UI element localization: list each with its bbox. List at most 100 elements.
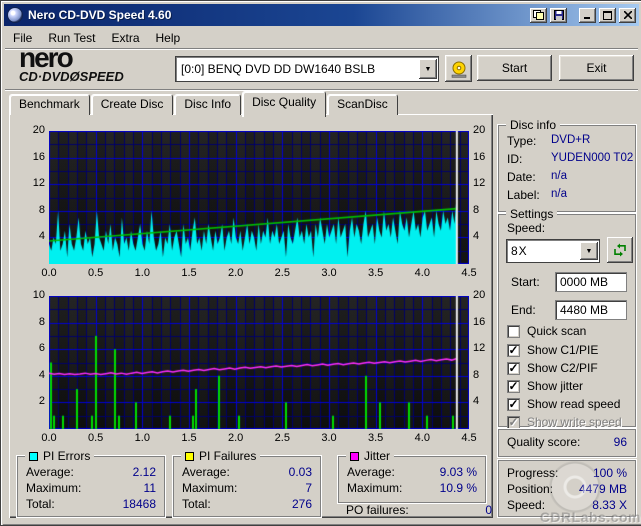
checkbox-box[interactable] [507,379,520,393]
checkbox-show-c1-pie[interactable]: Show C1/PIE [507,343,598,357]
tick-label: 3.0 [321,432,337,444]
tick-label: 0.5 [88,432,104,444]
po-failures-label: PO failures: [346,503,409,517]
report-button[interactable] [530,7,547,23]
start-position-label: Start: [511,275,540,289]
start-button[interactable]: Start [477,55,552,81]
tick-label: 20 [32,124,45,136]
tick-label: 1.5 [181,267,197,279]
quality-score-label: Quality score: [507,435,581,449]
chevron-down-icon[interactable]: ▼ [419,59,437,79]
jitter-maximum-value: 10.9 % [439,481,477,495]
pi-failures-group: PI Failures Average: 0.03 Maximum: 7 Total… [172,449,322,518]
progress-label: Progress: [507,466,559,480]
settings-group: Settings Speed: 8X ▼ Start: End: Quick s… [497,207,637,429]
tick-label: 1.0 [134,432,150,444]
speed-label: Speed: [507,221,546,235]
tick-label: 1.0 [134,267,150,279]
tick-label: 16 [473,315,486,328]
speed-chevron-down-icon[interactable]: ▼ [580,242,598,260]
checkbox-label: Quick scan [527,324,587,338]
position-value: 4479 MB [578,482,627,496]
tick-label: 0.0 [41,432,57,444]
tab-disc-info[interactable]: Disc Info [174,94,242,115]
eject-button[interactable] [445,55,472,82]
checkbox-box[interactable] [507,343,520,357]
tab-benchmark[interactable]: Benchmark [9,94,90,115]
menu-extra[interactable]: Extra [103,29,147,47]
tick-label: 2 [38,395,45,408]
pif-average-label: Average: [182,465,230,479]
checkbox-show-c2-pif[interactable]: Show C2/PIF [507,361,598,375]
checkbox-box[interactable] [507,397,520,411]
start-position-input[interactable] [555,272,627,292]
checkbox-quick-scan[interactable]: Quick scan [507,324,586,338]
pi-errors-legend-swatch [29,451,38,461]
progress-value: 100 % [592,466,627,480]
tick-label: 2.5 [274,267,290,279]
end-position-label: End: [511,303,536,317]
window-title: Nero CD-DVD Speed 4.60 [28,8,172,22]
tick-label: 8 [473,368,480,381]
pie-average-label: Average: [26,465,74,479]
checkbox-box[interactable] [507,361,520,375]
tick-label: 20 [473,124,486,136]
tick-label: 3.0 [321,267,337,279]
tick-label: 4.5 [461,432,477,444]
minimize-button[interactable] [579,7,596,23]
menu-help[interactable]: Help [148,29,189,47]
jitter-average-label: Average: [347,465,395,479]
quality-score-group: Quality score: 96 [497,428,637,458]
jitter-maximum-label: Maximum: [347,481,403,495]
tick-label: 8 [38,203,45,216]
checkbox-box [507,415,520,429]
tick-label: 0.0 [41,267,57,279]
jitter-group: Jitter Average: 9.03 % Maximum: 10.9 % [337,449,487,504]
scan-speed-value: 8.33 X [592,498,627,512]
refresh-button[interactable] [607,237,633,263]
tick-label: 4 [38,368,45,381]
tick-label: 2.0 [228,267,244,279]
pie-maximum-label: Maximum: [26,481,82,495]
checkbox-box[interactable] [507,324,520,338]
checkbox-label: Show C2/PIF [527,361,598,375]
disc-label-value: n/a [551,188,567,200]
disc-date-value: n/a [551,170,567,182]
tick-label: 2.5 [274,432,290,444]
header: nero CD·DVDØSPEED [0:0] BENQ DVD DD DW16… [5,44,638,90]
tick-label: 16 [473,150,486,163]
tick-label: 3.5 [368,267,384,279]
disc-type-value: DVD+R [551,134,591,146]
pi-errors-chart [49,131,469,264]
application-window: Nero CD-DVD Speed 4.60 File Run Test Ext… [0,0,641,526]
end-position-input[interactable] [555,300,627,320]
checkbox-show-write-speed: Show write speed [507,415,622,429]
maximize-button[interactable] [599,7,616,23]
tick-label: 4.0 [414,267,430,279]
disc-info-title: Disc info [510,118,557,132]
checkbox-label: Show jitter [527,379,584,393]
speed-selector[interactable]: 8X ▼ [506,239,600,263]
tab-create-disc[interactable]: Create Disc [90,94,174,115]
exit-button[interactable]: Exit [559,55,634,81]
end-position-row: End: [499,300,635,320]
start-position-row: Start: [499,272,635,292]
tick-label: 2.0 [228,432,244,444]
pif-total-label: Total: [182,497,211,511]
quality-score-value: 96 [613,435,627,449]
disc-info-group: Disc info Type: DVD+R ID: YUDEN000 T02 Dat… [497,118,637,213]
tab-disc-quality[interactable]: Disc Quality [242,91,327,117]
tab-scandisc[interactable]: ScanDisc [327,94,398,115]
po-failures-row: PO failures: 0 [338,503,500,517]
close-button[interactable] [619,7,636,23]
drive-selector[interactable]: [0:0] BENQ DVD DD DW1640 BSLB ▼ [175,56,439,82]
po-failures-value: 0 [485,503,492,517]
disc-id-label: ID: [507,152,523,166]
disc-date-label: Date: [507,170,536,184]
progress-group: Progress: 100 % Position: 4479 MB Speed: 8.… [497,459,637,518]
checkbox-show-read-speed[interactable]: Show read speed [507,397,620,411]
save-icon-button[interactable] [550,7,567,23]
checkbox-show-jitter[interactable]: Show jitter [507,379,583,393]
tick-label: 4 [473,230,480,243]
eject-disc-icon [451,61,466,78]
